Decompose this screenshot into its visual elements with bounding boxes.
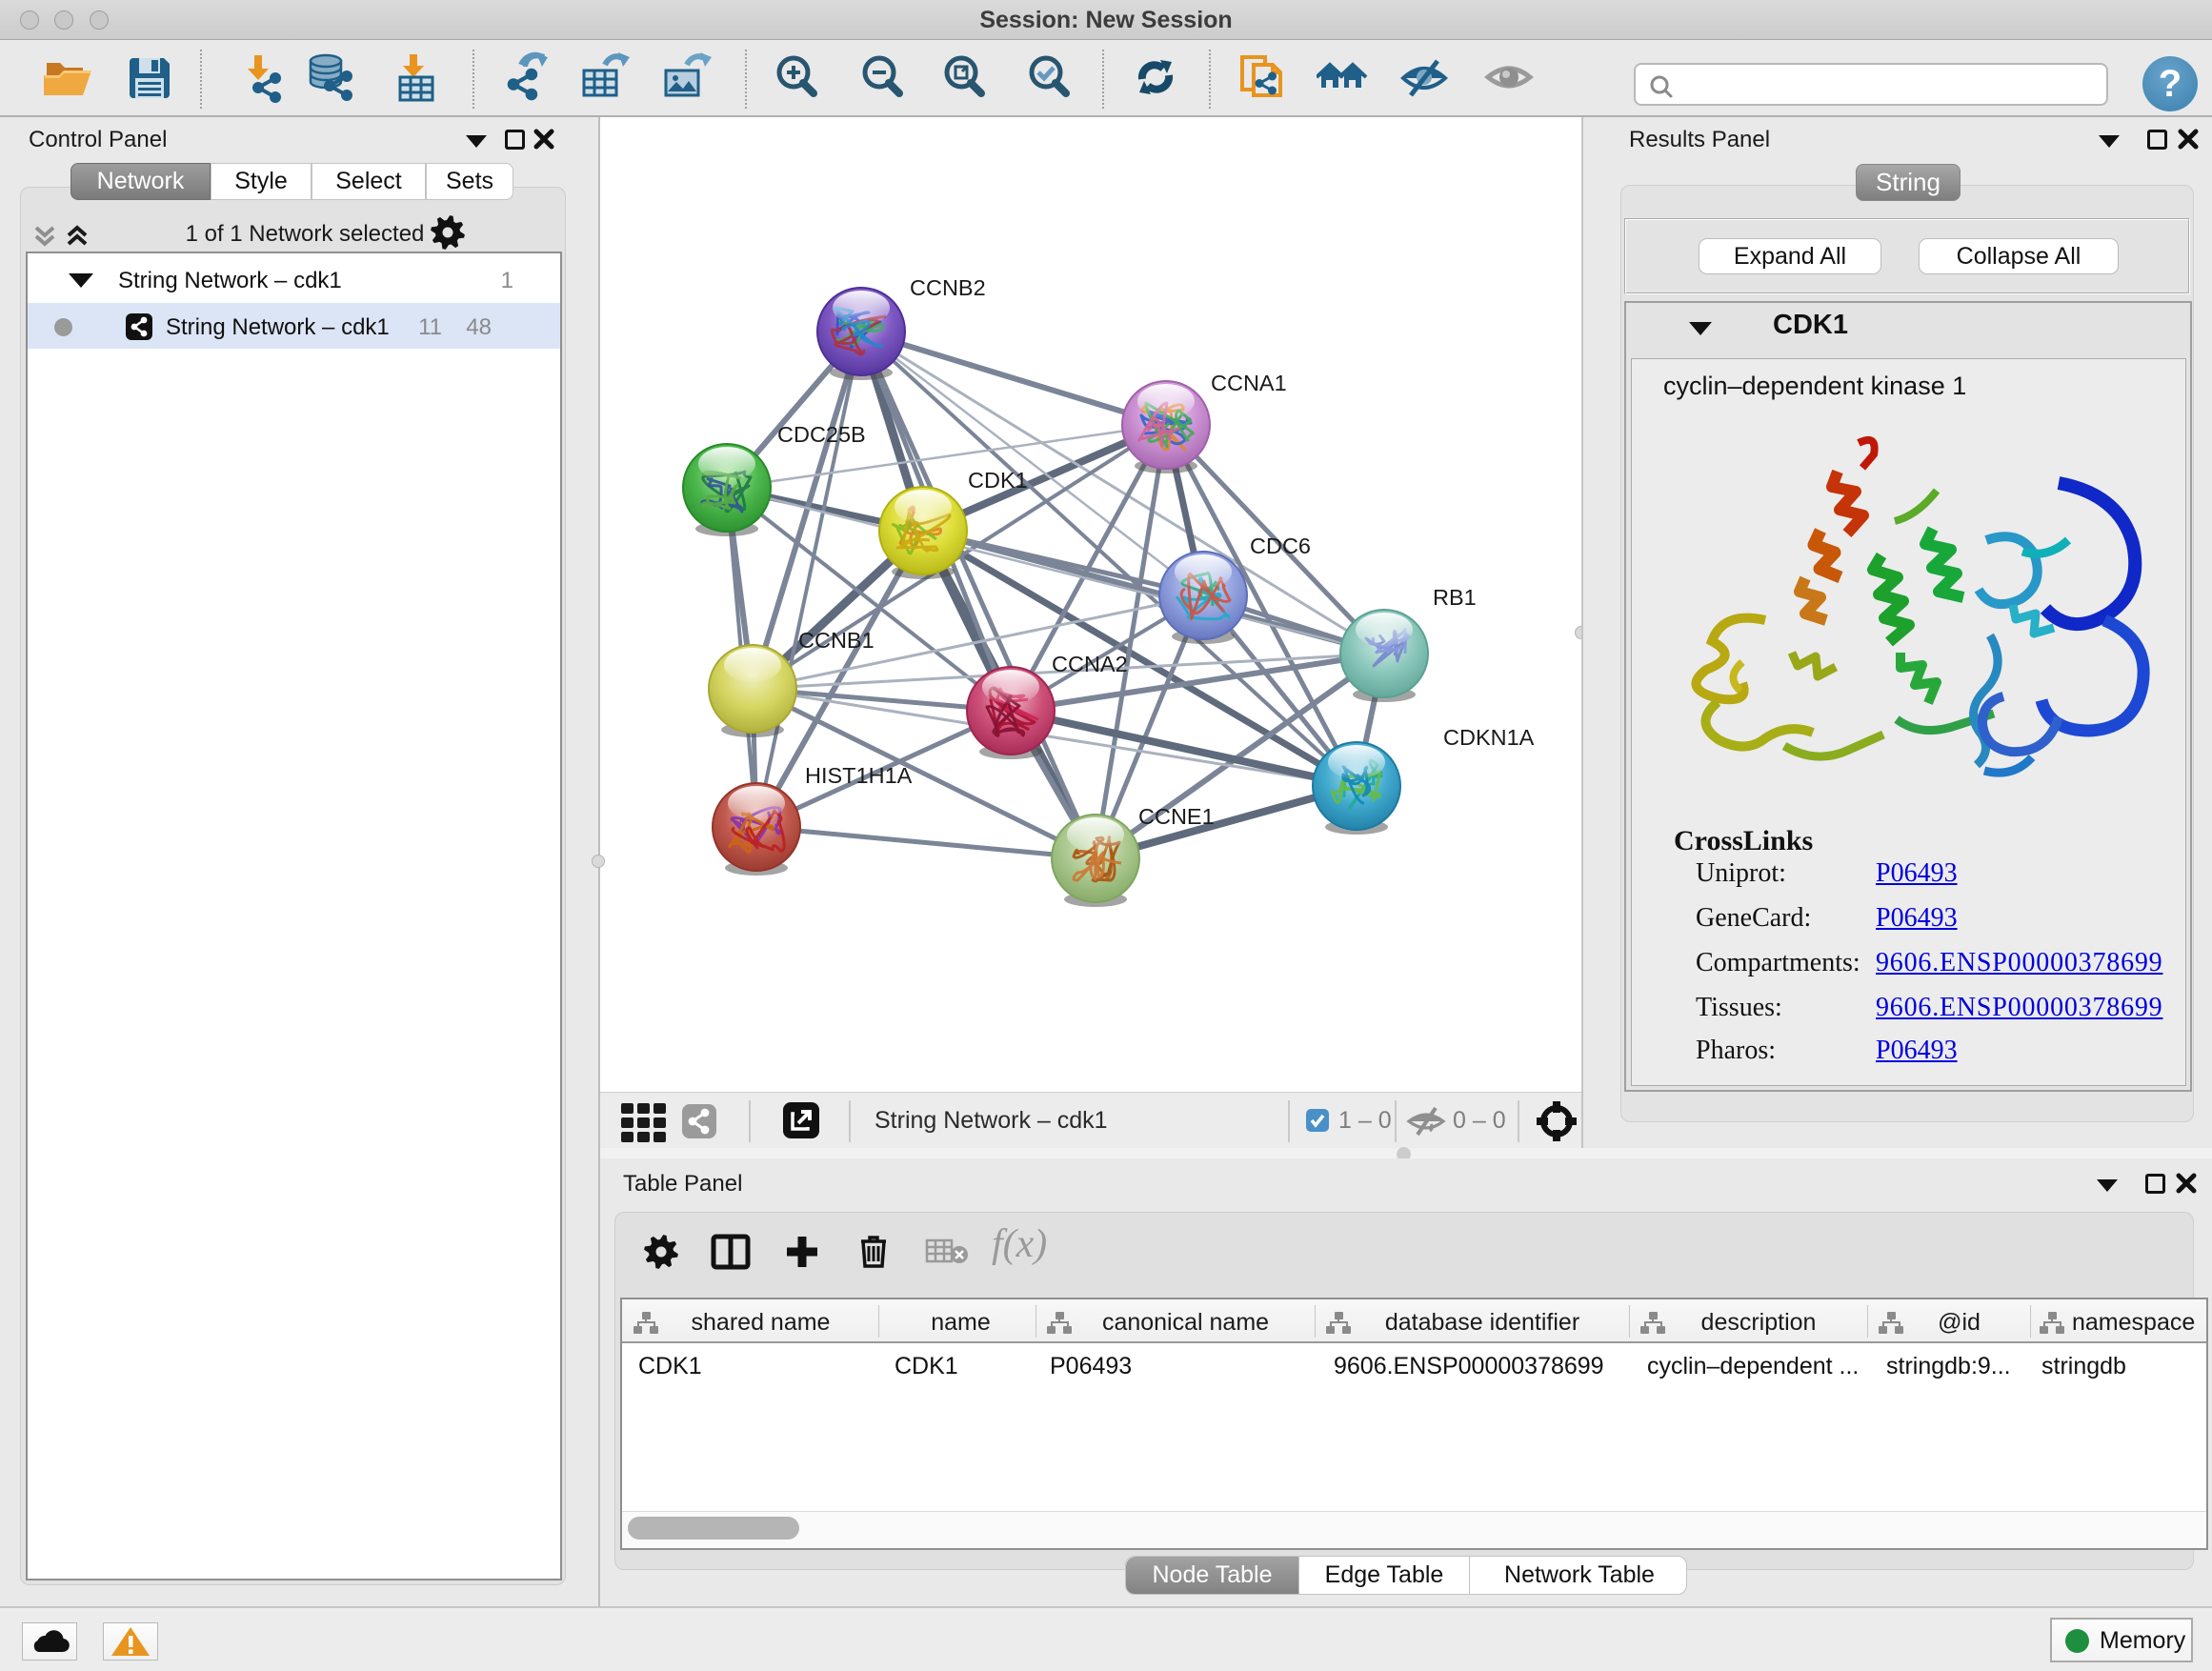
svg-text:CDKN1A: CDKN1A	[1443, 725, 1535, 750]
svg-text:CDC6: CDC6	[1250, 534, 1311, 558]
svg-text:CCNB2: CCNB2	[910, 275, 986, 300]
svg-text:CCNA2: CCNA2	[1052, 652, 1128, 676]
svg-text:HIST1H1A: HIST1H1A	[805, 763, 913, 788]
svg-text:CDC25B: CDC25B	[777, 422, 866, 447]
svg-text:CCNE1: CCNE1	[1138, 804, 1215, 829]
svg-text:RB1: RB1	[1433, 585, 1477, 610]
svg-text:CCNA1: CCNA1	[1211, 371, 1287, 395]
svg-text:CDK1: CDK1	[968, 468, 1028, 493]
svg-text:CCNB1: CCNB1	[798, 628, 875, 653]
